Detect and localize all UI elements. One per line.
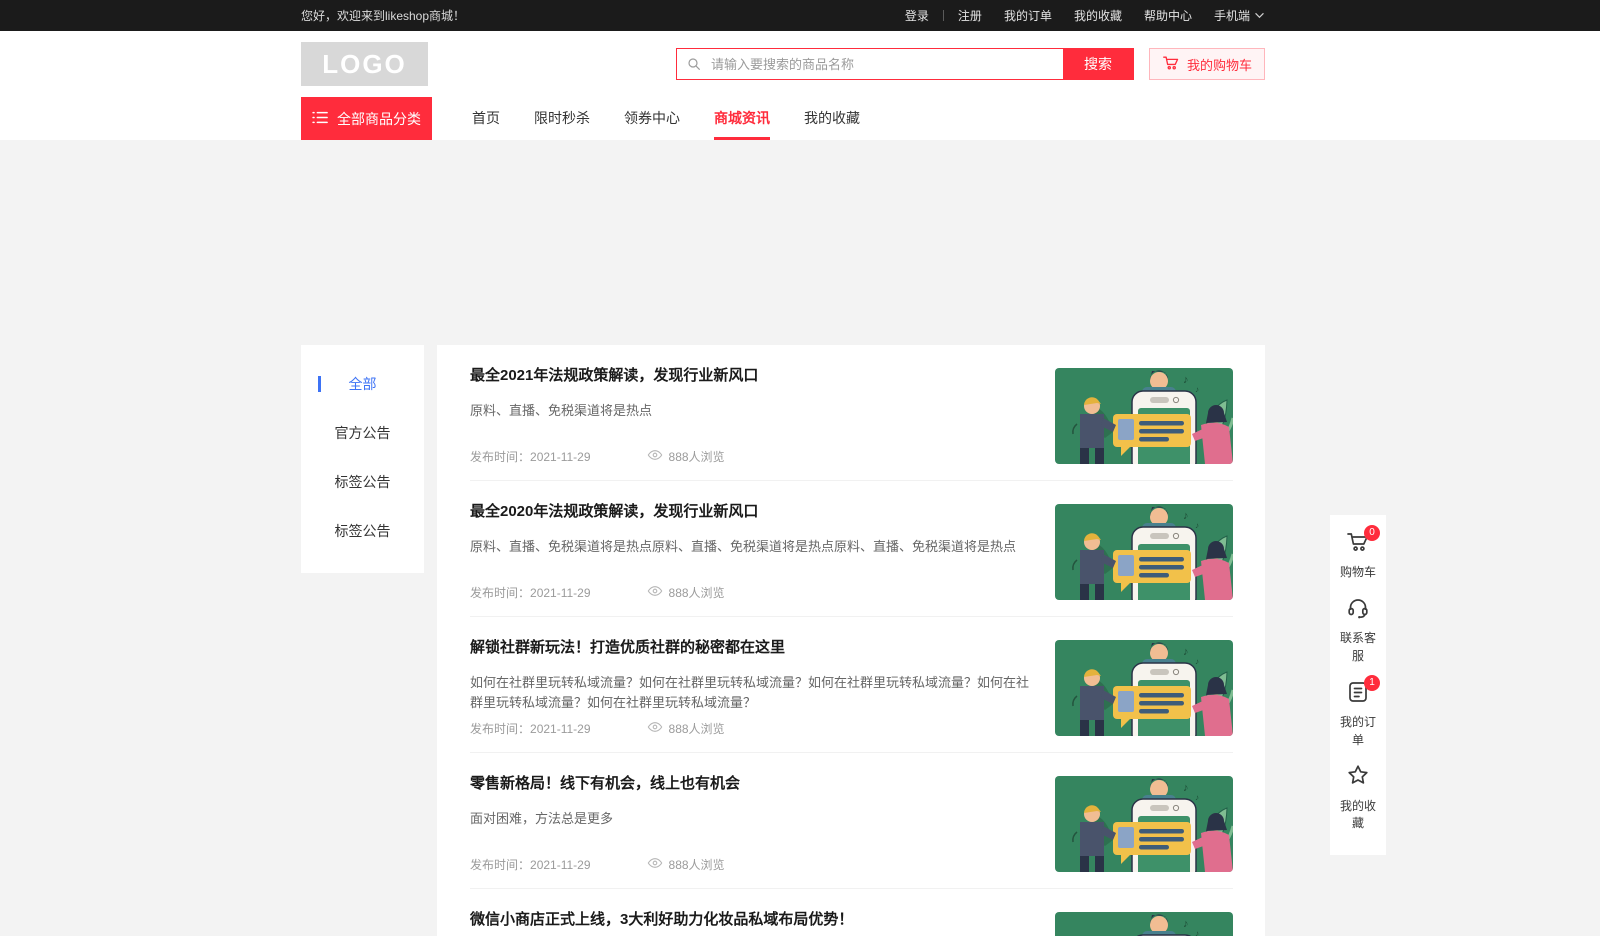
article-row[interactable]: 解锁社群新玩法！打造优质社群的秘密都在这里 如何在社群里玩转私域流量？如何在社群…: [470, 617, 1233, 753]
topbar-links: 登录 注册 我的订单 我的收藏 帮助中心 手机端: [905, 7, 1265, 24]
publish-date: 2021-11-29: [530, 450, 591, 464]
article-row[interactable]: 最全2020年法规政策解读，发现行业新风口 原料、直播、免税渠道将是热点原料、直…: [470, 481, 1233, 617]
article-row[interactable]: 零售新格局！线下有机会，线上也有机会 面对困难，方法总是更多 发布时间： 202…: [470, 753, 1233, 889]
cart-count-badge: 0: [1364, 525, 1380, 541]
eye-icon: [647, 721, 663, 736]
views-count: 888人浏览: [669, 584, 725, 601]
publish-date: 2021-11-29: [530, 722, 591, 736]
article-title[interactable]: 最全2020年法规政策解读，发现行业新风口: [470, 502, 1031, 522]
article-title[interactable]: 零售新格局！线下有机会，线上也有机会: [470, 774, 1031, 794]
login-link[interactable]: 登录: [905, 7, 929, 24]
banner-area: [0, 140, 1600, 345]
article-row[interactable]: 微信小商店正式上线，3大利好助力化妆品私域布局优势！ 发布时间： 2021-11…: [470, 889, 1233, 936]
floating-my-orders-button[interactable]: 1 我的订单: [1338, 681, 1378, 749]
star-icon: [1346, 763, 1370, 792]
divider: [943, 10, 944, 21]
article-summary: 原料、直播、免税渠道将是热点: [470, 401, 1031, 422]
article-list: 最全2021年法规政策解读，发现行业新风口 原料、直播、免税渠道将是热点 发布时…: [437, 345, 1265, 936]
help-center-link[interactable]: 帮助中心: [1144, 7, 1192, 24]
category-list-icon: [312, 111, 328, 127]
search-bar: 搜索: [676, 48, 1134, 80]
nav-item-flash-sale[interactable]: 限时秒杀: [517, 97, 607, 140]
article-thumbnail[interactable]: [1055, 640, 1233, 736]
article-meta: 发布时间： 2021-11-29 888人浏览: [470, 448, 1031, 465]
floating-contact-service-button[interactable]: 联系客服: [1338, 597, 1378, 665]
active-indicator: [318, 376, 321, 392]
publish-time-label: 发布时间：: [470, 448, 530, 465]
article-thumbnail[interactable]: [1055, 912, 1233, 936]
views-count: 888人浏览: [669, 448, 725, 465]
floating-my-favorites-button[interactable]: 我的收藏: [1338, 765, 1378, 833]
sidebar-item-tag-notice[interactable]: 标签公告: [301, 457, 424, 506]
article-row[interactable]: 最全2021年法规政策解读，发现行业新风口 原料、直播、免税渠道将是热点 发布时…: [470, 345, 1233, 481]
sidebar-item-official-notice[interactable]: 官方公告: [301, 408, 424, 457]
article-meta: 发布时间： 2021-11-29 888人浏览: [470, 720, 1031, 737]
article-meta: 发布时间： 2021-11-29 888人浏览: [470, 856, 1031, 873]
mobile-site-link[interactable]: 手机端: [1214, 7, 1265, 24]
article-title[interactable]: 最全2021年法规政策解读，发现行业新风口: [470, 366, 1031, 386]
nav-item-my-favorites[interactable]: 我的收藏: [787, 97, 877, 140]
nav-item-coupon-center[interactable]: 领券中心: [607, 97, 697, 140]
floating-sidebar: 0 购物车 联系客服 1 我的订单 我的收藏: [1330, 515, 1386, 855]
article-summary: 原料、直播、免税渠道将是热点原料、直播、免税渠道将是热点原料、直播、免税渠道将是…: [470, 537, 1031, 558]
my-orders-link[interactable]: 我的订单: [1004, 7, 1052, 24]
nav-items: 首页 限时秒杀 领券中心 商城资讯 我的收藏: [455, 97, 877, 140]
views-count: 888人浏览: [669, 856, 725, 873]
my-cart-button[interactable]: 我的购物车: [1149, 48, 1265, 80]
logo[interactable]: LOGO: [301, 42, 428, 86]
news-category-sidebar: 全部 官方公告 标签公告 标签公告: [301, 345, 424, 573]
views-count: 888人浏览: [669, 720, 725, 737]
sidebar-item-all[interactable]: 全部: [301, 359, 424, 408]
nav-item-home[interactable]: 首页: [455, 97, 517, 140]
sidebar-item-tag-notice[interactable]: 标签公告: [301, 506, 424, 555]
search-icon: [677, 49, 711, 79]
search-input[interactable]: [711, 49, 1063, 79]
floating-cart-button[interactable]: 0 购物车: [1338, 531, 1378, 581]
orders-count-badge: 1: [1364, 675, 1380, 691]
article-title[interactable]: 微信小商店正式上线，3大利好助力化妆品私域布局优势！: [470, 910, 1031, 930]
search-button[interactable]: 搜索: [1063, 49, 1133, 79]
my-cart-label: 我的购物车: [1187, 55, 1252, 74]
eye-icon: [647, 857, 663, 872]
all-categories-button[interactable]: 全部商品分类: [301, 97, 432, 140]
my-favorites-link[interactable]: 我的收藏: [1074, 7, 1122, 24]
article-meta: 发布时间： 2021-11-29 888人浏览: [470, 584, 1031, 601]
register-link[interactable]: 注册: [958, 7, 982, 24]
headset-icon: [1346, 596, 1370, 625]
main-nav: 全部商品分类 首页 限时秒杀 领券中心 商城资讯 我的收藏: [0, 97, 1600, 140]
publish-date: 2021-11-29: [530, 586, 591, 600]
chevron-down-icon: [1254, 8, 1265, 22]
article-summary: 如何在社群里玩转私域流量？如何在社群里玩转私域流量？如何在社群里玩转私域流量？如…: [470, 673, 1031, 715]
topbar: 您好，欢迎来到likeshop商城！ 登录 注册 我的订单 我的收藏 帮助中心 …: [0, 0, 1600, 31]
article-summary: 面对困难，方法总是更多: [470, 809, 1031, 830]
article-thumbnail[interactable]: [1055, 504, 1233, 600]
article-title[interactable]: 解锁社群新玩法！打造优质社群的秘密都在这里: [470, 638, 1031, 658]
article-thumbnail[interactable]: [1055, 368, 1233, 464]
content: 全部 官方公告 标签公告 标签公告 最全2021年法规政策解读，发现行业新风口 …: [301, 345, 1600, 936]
nav-item-mall-news[interactable]: 商城资讯: [697, 97, 787, 140]
publish-date: 2021-11-29: [530, 858, 591, 872]
all-categories-label: 全部商品分类: [337, 109, 421, 129]
welcome-text: 您好，欢迎来到likeshop商城！: [301, 7, 465, 24]
eye-icon: [647, 585, 663, 600]
publish-time-label: 发布时间：: [470, 584, 530, 601]
publish-time-label: 发布时间：: [470, 720, 530, 737]
eye-icon: [647, 449, 663, 464]
publish-time-label: 发布时间：: [470, 856, 530, 873]
header: LOGO 搜索 我的购物车: [0, 31, 1600, 97]
article-thumbnail[interactable]: [1055, 776, 1233, 872]
cart-icon: [1162, 55, 1180, 74]
